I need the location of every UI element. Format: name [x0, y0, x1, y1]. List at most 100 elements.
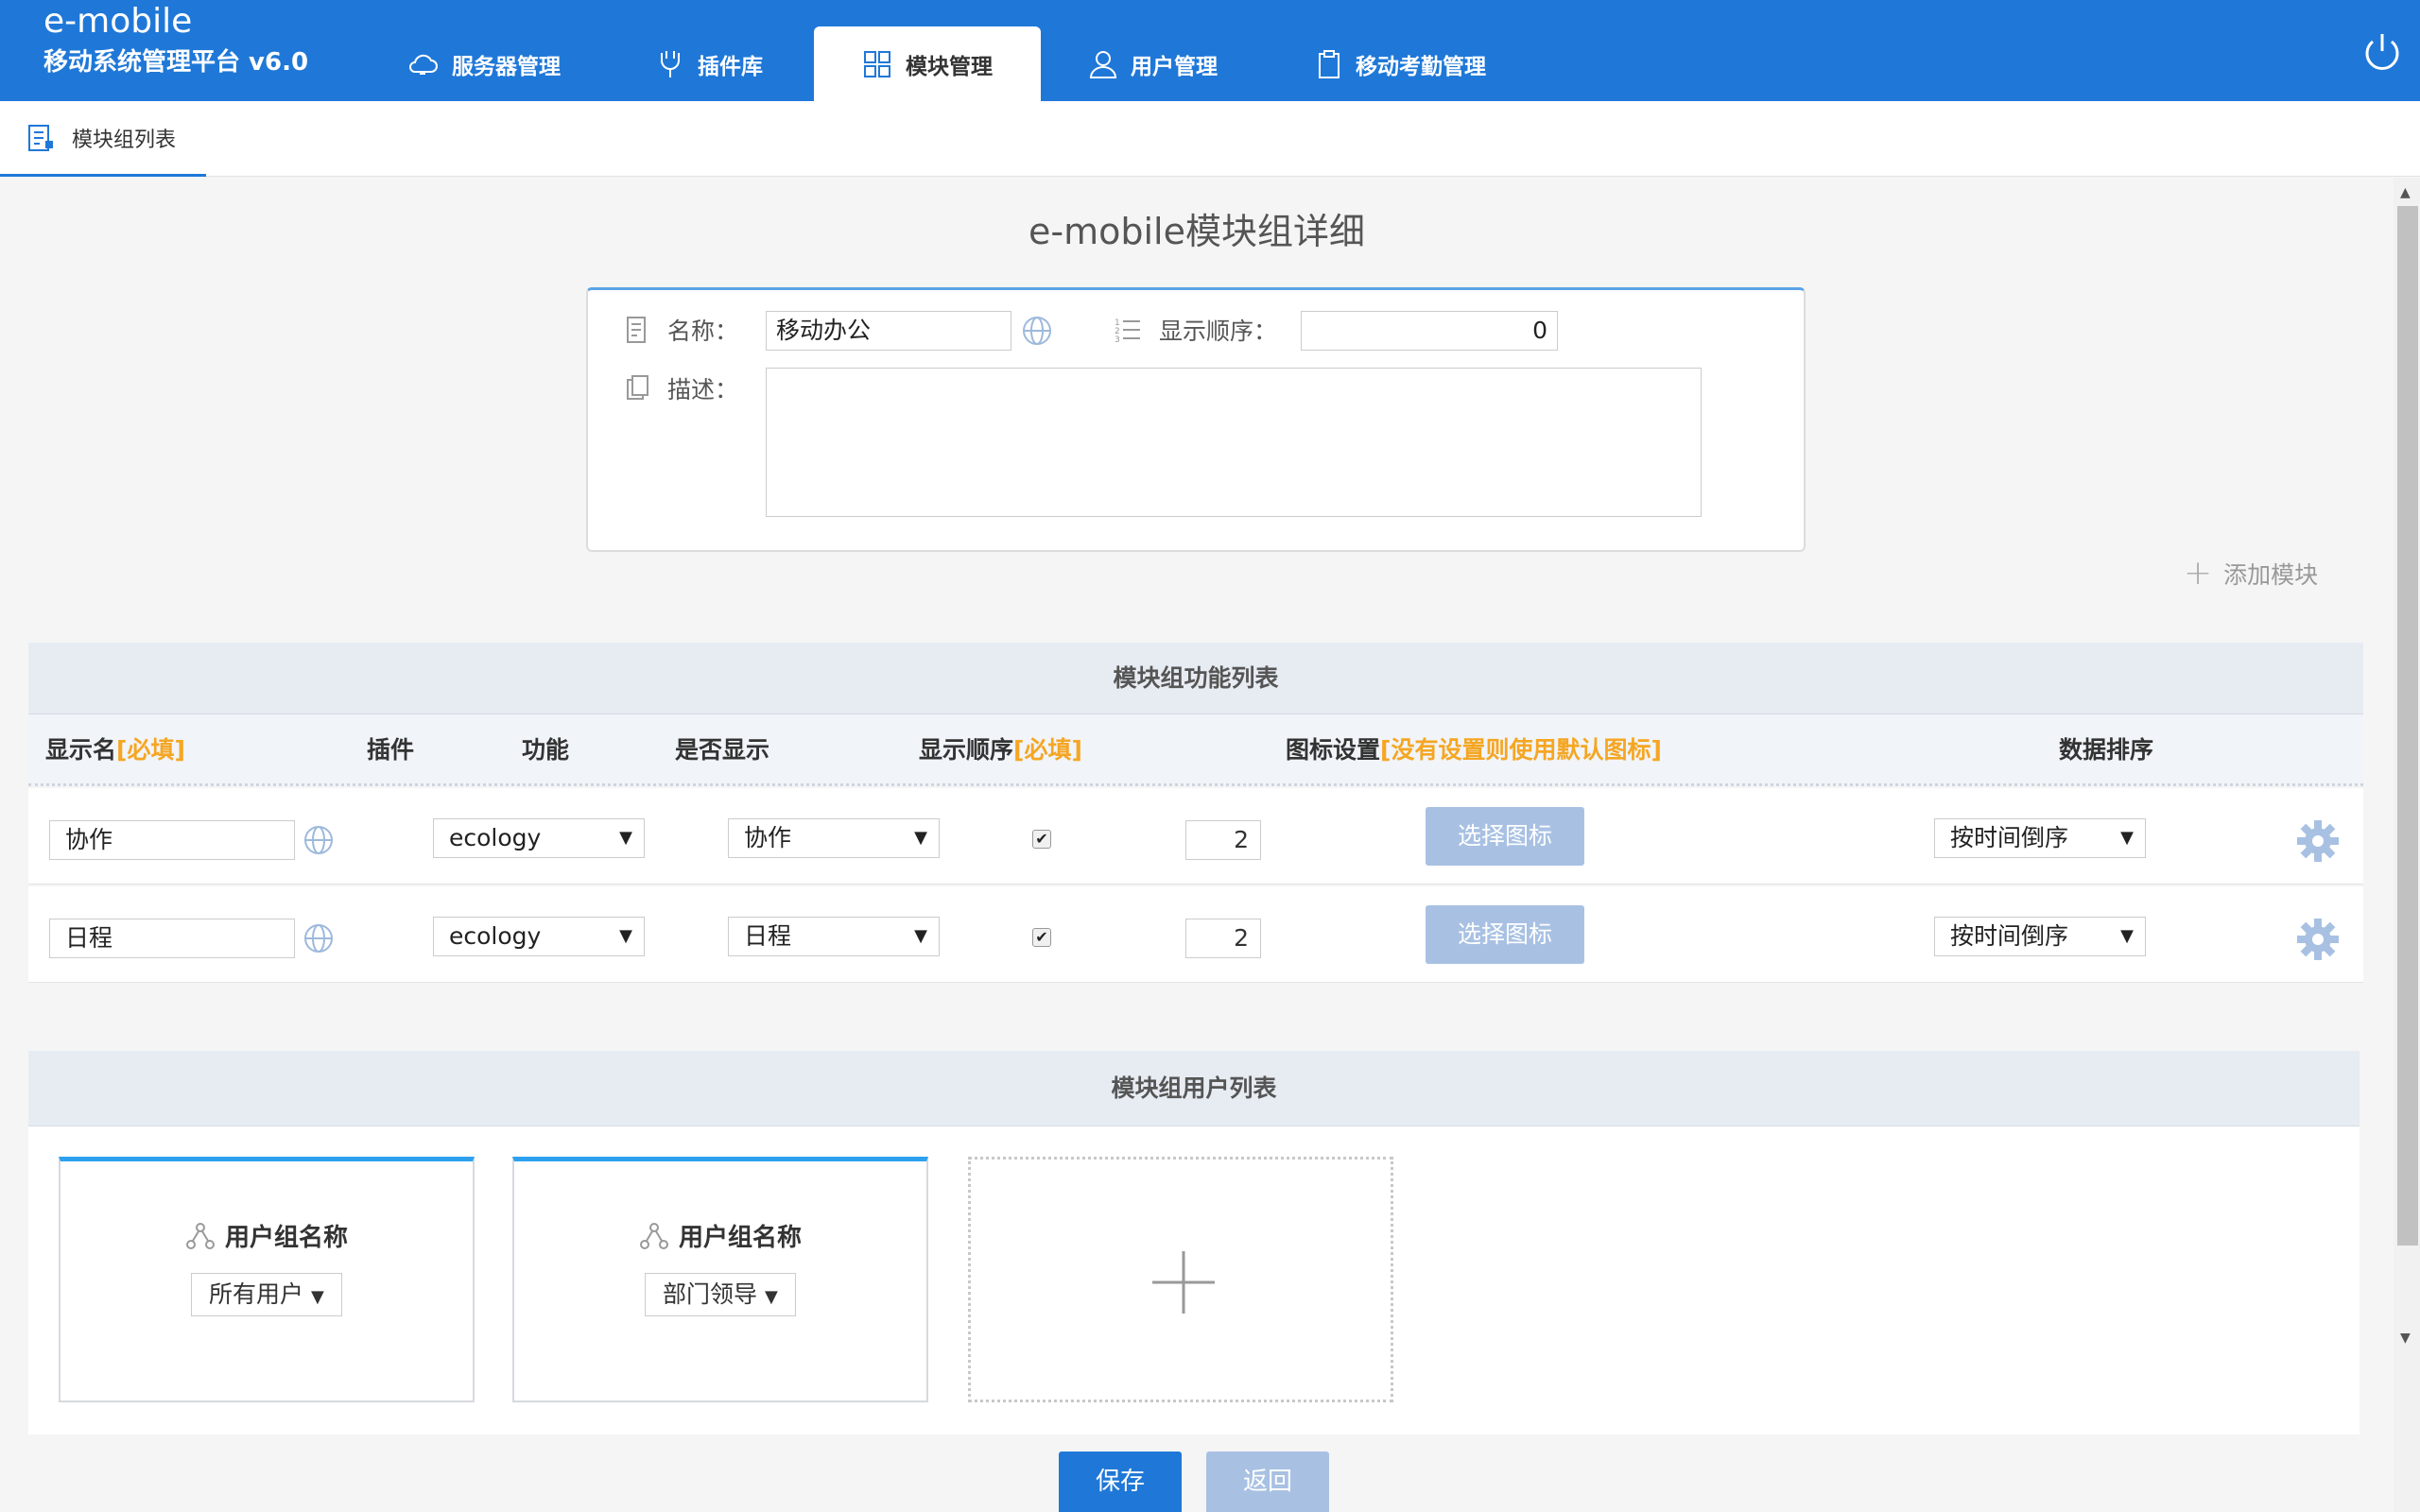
show-checkbox[interactable]: ✔ [1032, 928, 1051, 947]
dropdown-arrow-icon: ▼ [914, 828, 927, 848]
scrollbar-thumb[interactable] [2397, 206, 2418, 1246]
tab-user-management[interactable]: 用户管理 [1089, 26, 1218, 101]
svg-text:3: 3 [1115, 335, 1120, 344]
dropdown-arrow-icon: ▼ [764, 1287, 778, 1307]
plugin-select[interactable]: ecology ▼ [433, 818, 645, 858]
order-label-wrap: 123 显示顺序： [1114, 313, 1277, 347]
page-title: e-mobile模块组详细 [1028, 211, 1365, 252]
tab-label: 模块管理 [906, 54, 993, 79]
tab-server-management[interactable]: 服务器管理 [406, 26, 561, 101]
scroll-up-arrow-icon[interactable]: ▲ [2400, 185, 2411, 200]
tab-module-group-list[interactable]: 模块组列表 [0, 101, 206, 177]
dropdown-arrow-icon: ▼ [310, 1287, 324, 1307]
globe-icon[interactable] [302, 922, 335, 954]
tab-label: 服务器管理 [452, 54, 561, 79]
tab-label: 用户管理 [1131, 54, 1218, 79]
func-list-title: 模块组功能列表 [28, 643, 2363, 714]
sort-select[interactable]: 按时间倒序 ▼ [1934, 917, 2146, 956]
th-function: 功能 [522, 736, 570, 764]
choose-icon-button[interactable]: 选择图标 [1426, 905, 1584, 964]
save-button[interactable]: 保存 [1059, 1452, 1182, 1512]
user-icon [1089, 50, 1117, 78]
name-label: 名称： [667, 318, 739, 345]
plus-icon: + [2184, 554, 2213, 593]
description-textarea[interactable] [766, 368, 1702, 517]
desc-label: 描述： [667, 376, 739, 404]
th-icon-setting: 图标设置[没有设置则使用默认图标] [1286, 736, 1662, 764]
add-module-button[interactable]: + 添加模块 [2184, 554, 2318, 593]
dropdown-arrow-icon: ▼ [914, 926, 927, 946]
app-subtitle: 移动系统管理平台 v6.0 [43, 48, 309, 77]
tab-module-management[interactable]: 模块管理 [814, 26, 1041, 101]
plus-icon [1152, 1251, 1215, 1314]
add-user-group-card[interactable] [968, 1157, 1393, 1402]
order-label: 显示顺序： [1159, 318, 1278, 345]
table-row: 日程 ecology ▼ 日程 ▼ ✔ 2 选择图标 按时间倒序 ▼ [28, 886, 2363, 983]
plugin-select-value: ecology [449, 824, 542, 851]
module-group-detail-form: 名称： 移动办公 123 显示顺序： 0 描述： [586, 287, 1806, 552]
sort-select-value: 按时间倒序 [1950, 824, 2069, 851]
function-select-value: 协作 [744, 824, 792, 851]
user-group-area: 用户组名称 所有用户 ▼ 用户组名称 部门领导 ▼ [28, 1126, 2360, 1435]
function-select[interactable]: 日程 ▼ [728, 917, 940, 956]
user-group-card: 用户组名称 所有用户 ▼ [59, 1157, 475, 1402]
back-button[interactable]: 返回 [1206, 1452, 1329, 1512]
globe-icon[interactable] [302, 824, 335, 856]
dropdown-arrow-icon: ▼ [619, 926, 632, 946]
table-row: 协作 ecology ▼ 协作 ▼ ✔ 2 选择图标 按时间倒序 ▼ [28, 788, 2363, 885]
user-group-label-wrap: 用户组名称 [60, 1218, 473, 1253]
order-input[interactable]: 0 [1301, 311, 1558, 351]
desc-label-wrap: 描述： [626, 371, 738, 405]
dropdown-arrow-icon: ▼ [2120, 926, 2134, 946]
user-group-card: 用户组名称 部门领导 ▼ [512, 1157, 928, 1402]
module-icon [864, 50, 890, 77]
dropdown-arrow-icon: ▼ [619, 828, 632, 848]
tab-label: 移动考勤管理 [1356, 54, 1486, 79]
tab-mobile-attendance[interactable]: 移动考勤管理 [1316, 26, 1486, 101]
gear-icon[interactable] [2295, 917, 2341, 962]
clipboard-copy-icon [627, 375, 648, 400]
tab-plugin-library[interactable]: 插件库 [656, 26, 763, 101]
user-group-label-wrap: 用户组名称 [514, 1218, 926, 1253]
th-data-sort: 数据排序 [2059, 736, 2154, 764]
globe-icon[interactable] [1021, 315, 1053, 347]
power-icon[interactable] [2360, 30, 2405, 76]
name-input[interactable]: 移动办公 [766, 311, 1011, 351]
user-group-label: 用户组名称 [678, 1224, 802, 1252]
show-checkbox[interactable]: ✔ [1032, 830, 1051, 849]
function-select-value: 日程 [744, 922, 792, 950]
top-header: e-mobile 移动系统管理平台 v6.0 服务器管理 插件库 模块管理 用户… [0, 0, 2420, 101]
subtab-label: 模块组列表 [72, 128, 177, 152]
network-icon [185, 1222, 215, 1249]
add-module-label: 添加模块 [2223, 560, 2319, 589]
plugin-select-value: ecology [449, 922, 542, 950]
plugin-select[interactable]: ecology ▼ [433, 917, 645, 956]
func-table-header: 显示名[必填] 插件 功能 是否显示 显示顺序[必填] 图标设置[没有设置则使用… [28, 714, 2363, 786]
user-list-title: 模块组用户列表 [28, 1051, 2360, 1126]
user-group-select-value: 所有用户 [209, 1280, 304, 1308]
cloud-icon [409, 54, 438, 75]
sort-select[interactable]: 按时间倒序 ▼ [1934, 818, 2146, 858]
order-input[interactable]: 2 [1185, 919, 1261, 958]
brand: e-mobile 移动系统管理平台 v6.0 [43, 0, 308, 81]
user-group-select[interactable]: 部门领导 ▼ [645, 1273, 796, 1316]
network-icon [639, 1222, 668, 1249]
user-group-label: 用户组名称 [224, 1224, 348, 1252]
row-name-input[interactable]: 日程 [49, 919, 295, 958]
th-order: 显示顺序[必填] [919, 736, 1082, 764]
gear-icon[interactable] [2295, 818, 2341, 864]
sub-nav-bar: 模块组列表 [0, 101, 2420, 177]
function-select[interactable]: 协作 ▼ [728, 818, 940, 858]
order-input[interactable]: 2 [1185, 820, 1261, 860]
scroll-down-arrow-icon[interactable]: ▼ [2400, 1331, 2411, 1346]
sort-select-value: 按时间倒序 [1950, 922, 2069, 950]
th-plugin: 插件 [367, 736, 415, 764]
app-name: e-mobile [43, 2, 193, 41]
th-display-name: 显示名[必填] [45, 736, 185, 764]
user-group-select-value: 部门领导 [663, 1280, 758, 1308]
row-name-input[interactable]: 协作 [49, 820, 295, 860]
choose-icon-button[interactable]: 选择图标 [1426, 807, 1584, 866]
user-group-select[interactable]: 所有用户 ▼ [191, 1273, 342, 1316]
tab-label: 插件库 [698, 54, 763, 79]
list-doc-icon [28, 124, 53, 151]
